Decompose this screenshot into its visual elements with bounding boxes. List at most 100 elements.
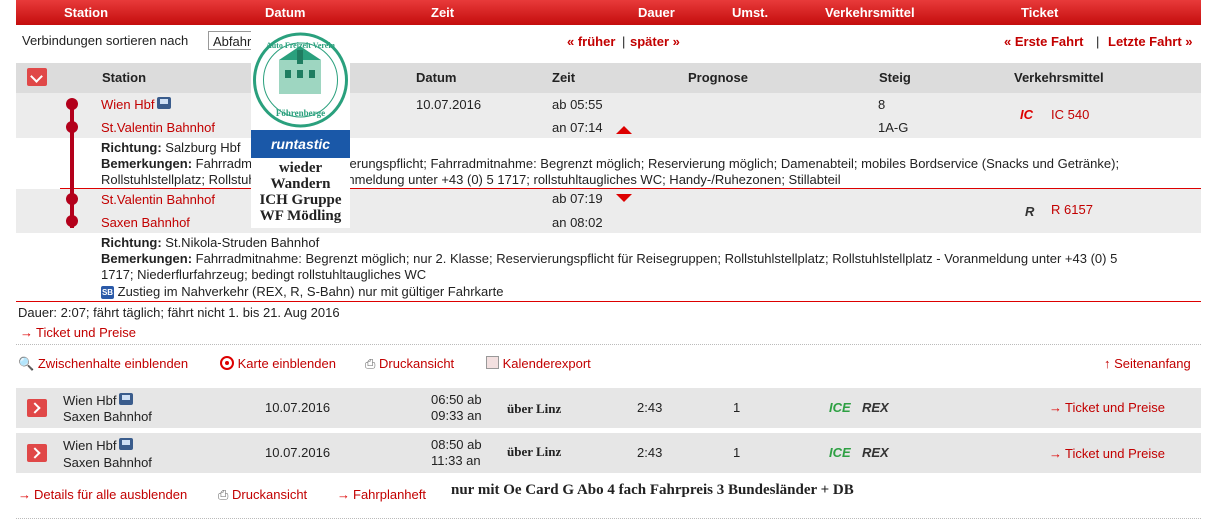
leg1-richtung: Richtung: Salzburg Hbf [101, 140, 241, 155]
conn-dep: 06:50 ab [431, 392, 482, 407]
map-marker-icon [220, 356, 234, 370]
conn-changes: 1 [733, 445, 741, 460]
conn-via: über Linz [507, 401, 562, 416]
overlay-line-1: wieder [278, 160, 323, 176]
calendar-export-link[interactable]: Kalenderexport [486, 356, 591, 371]
route-line-2 [70, 104, 74, 228]
leg1-steig-dep: 8 [878, 97, 886, 112]
arrow-up-icon: ↑ [1104, 356, 1111, 371]
expand-button[interactable] [27, 444, 47, 462]
divider [16, 344, 1201, 345]
conn-arr: 11:33 an [431, 453, 481, 468]
duration-summary: Dauer: 2:07; fährt täglich; fährt nicht … [18, 305, 340, 320]
club-badge-overlay: Auto Freizeit Verein Föhrenberge runtast… [251, 30, 350, 228]
detail-header: Station Datum Zeit Prognose Steig Verkeh… [16, 63, 1201, 93]
leg2-bemerkungen-2: 1717; Niederflurfahrzeug; bedingt rollst… [101, 267, 427, 282]
detail-col-prognose: Prognose [688, 70, 748, 85]
rex-logo-icon: REX [862, 400, 889, 415]
ice-logo-icon: ICE [829, 400, 851, 415]
map-link[interactable]: Karte einblenden [220, 356, 336, 371]
leg2-arr: an 08:02 [552, 215, 603, 230]
leg2-zustieg: SB Zustieg im Nahverkehr (REX, R, S-Bahn… [101, 284, 504, 300]
conn-date: 10.07.2016 [265, 400, 331, 415]
leg2-from-link[interactable]: St.Valentin Bahnhof [101, 192, 215, 207]
detail-divider [16, 301, 1201, 302]
stop-dot [66, 193, 78, 205]
magnifier-icon: 🔍 [18, 356, 35, 371]
ticket-prices-link[interactable]: Ticket und Preise [20, 325, 136, 340]
delay-up-icon [616, 126, 632, 134]
detail-col-station: Station [102, 70, 147, 85]
earlier-link[interactable]: « früher [567, 34, 615, 49]
detail-col-zeit: Zeit [552, 70, 576, 85]
leg2-richtung: Richtung: St.Nikola-Struden Bahnhof [101, 235, 320, 250]
conn-via: über Linz [507, 444, 562, 459]
leg1-bemerkungen-2: Rollstuhlstellplatz; Rollstuhlstellplatz… [101, 172, 841, 187]
nav-separator-2: | [1096, 34, 1100, 49]
leg2-dep: ab 07:19 [552, 191, 603, 206]
conn-date: 10.07.2016 [265, 445, 331, 460]
expand-button[interactable] [27, 399, 47, 417]
detail-col-verkehrsmittel: Verkehrsmittel [1014, 70, 1104, 85]
print-link[interactable]: ⎙ Druckansicht [365, 356, 454, 372]
col-dauer[interactable]: Dauer [638, 5, 675, 20]
leg1-dep: ab 05:55 [552, 97, 603, 112]
connection-row[interactable] [16, 388, 1201, 428]
conn-changes: 1 [733, 400, 741, 415]
conn-duration: 2:43 [637, 400, 663, 415]
detail-col-steig: Steig [879, 70, 911, 85]
timetable-link[interactable]: Fahrplanheft [337, 487, 426, 502]
intermediate-stops-link[interactable]: 🔍 Zwischenhalte einblenden [18, 356, 188, 372]
last-trip-link[interactable]: Letzte Fahrt » [1108, 34, 1193, 49]
stop-dot [66, 215, 78, 227]
rex-logo-icon: REX [862, 445, 889, 460]
col-ticket[interactable]: Ticket [1021, 5, 1058, 20]
later-link[interactable]: später » [630, 34, 680, 49]
handwritten-note: nur mit Oe Card G Abo 4 fach Fahrpreis 3… [451, 482, 854, 498]
sort-label: Verbindungen sortieren nach [22, 33, 189, 48]
ice-logo-icon: ICE [829, 445, 851, 460]
leg1-train-link[interactable]: IC 540 [1051, 107, 1089, 122]
divider [16, 518, 1201, 519]
delay-down-icon [616, 194, 632, 202]
col-umst[interactable]: Umst. [732, 5, 768, 20]
col-verkehrsmittel[interactable]: Verkehrsmittel [825, 5, 915, 20]
club-stamp-logo: Auto Freizeit Verein Föhrenberge [253, 32, 348, 128]
conn-from: Wien Hbf [63, 438, 134, 453]
train-info-icon[interactable] [119, 438, 134, 450]
ic-logo-icon: IC [1020, 107, 1033, 122]
conn-dep: 08:50 ab [431, 437, 482, 452]
collapse-button[interactable] [27, 68, 47, 86]
printer-icon: ⎙ [218, 487, 229, 502]
first-trip-link[interactable]: « Erste Fahrt [1004, 34, 1083, 49]
conn-arr: 09:33 an [431, 408, 482, 423]
printer-icon: ⎙ [365, 356, 376, 371]
leg2-to-link[interactable]: Saxen Bahnhof [101, 215, 190, 230]
detail-col-datum: Datum [416, 70, 457, 85]
leg1-steig-arr: 1A-G [878, 120, 909, 135]
connection-row[interactable] [16, 433, 1201, 473]
leg1-from-link[interactable]: Wien Hbf [101, 97, 172, 112]
conn-ticket-link[interactable]: Ticket und Preise [1049, 446, 1165, 461]
col-station[interactable]: Station [64, 5, 108, 20]
nav-separator: | [622, 34, 626, 49]
leg2-train-link[interactable]: R 6157 [1051, 202, 1093, 217]
svg-text:Föhrenberge: Föhrenberge [276, 108, 325, 118]
conn-ticket-link[interactable]: Ticket und Preise [1049, 400, 1165, 415]
print-link-bottom[interactable]: ⎙ Druckansicht [218, 487, 307, 503]
train-info-icon[interactable] [119, 393, 134, 405]
results-header-bar: Station Datum Zeit Dauer Umst. Verkehrsm… [16, 0, 1201, 25]
col-datum[interactable]: Datum [265, 5, 305, 20]
page-top-link[interactable]: ↑ Seitenanfang [1104, 356, 1191, 371]
col-zeit[interactable]: Zeit [431, 5, 454, 20]
conn-duration: 2:43 [637, 445, 663, 460]
conn-to: Saxen Bahnhof [63, 409, 152, 424]
hide-details-link[interactable]: Details für alle ausblenden [18, 487, 187, 502]
leg1-to-link[interactable]: St.Valentin Bahnhof [101, 120, 215, 135]
train-info-icon[interactable] [157, 97, 172, 109]
leg1-date: 10.07.2016 [416, 97, 482, 112]
leg1-arr: an 07:14 [552, 120, 603, 135]
overlay-line-2: Wandern [270, 176, 331, 192]
runtastic-logo: runtastic [251, 130, 350, 158]
leg2-bemerkungen: Bemerkungen: Fahrradmitnahme: Begrenzt m… [101, 251, 1118, 266]
